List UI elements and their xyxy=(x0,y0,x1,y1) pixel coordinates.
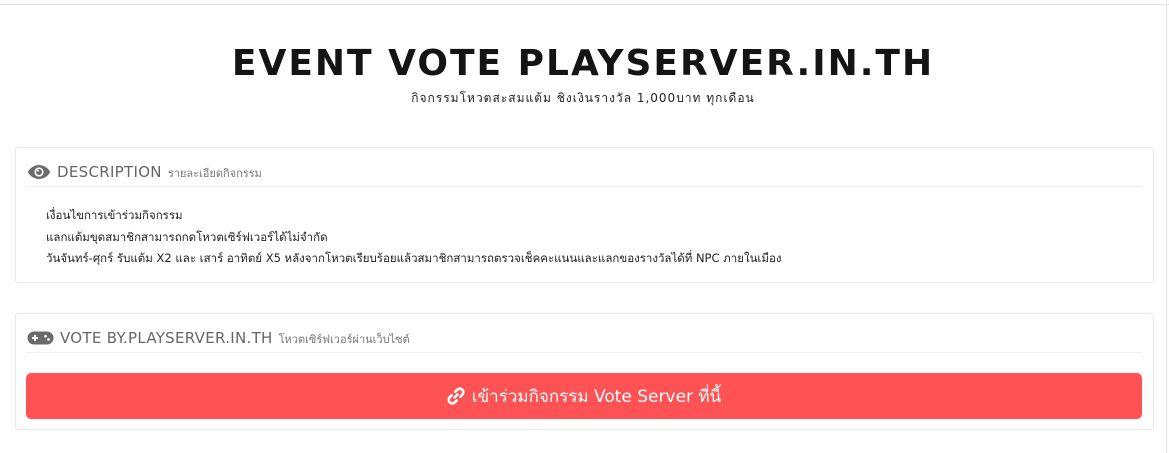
eye-icon xyxy=(27,164,51,180)
description-panel: DESCRIPTION รายละเอียดกิจกรรม เงื่อนไขกา… xyxy=(15,147,1154,283)
right-edge-divider xyxy=(1166,0,1167,453)
gamepad-icon xyxy=(27,330,54,346)
page-header: EVENT VOTE PLAYSERVER.IN.TH กิจกรรมโหวตส… xyxy=(0,42,1166,106)
description-body: เงื่อนไขการเข้าร่วมกิจกรรม แลกแต้มขุดสมา… xyxy=(46,205,781,270)
top-divider xyxy=(0,4,1169,5)
join-vote-button[interactable]: เข้าร่วมกิจกรรม Vote Server ที่นี้ xyxy=(26,373,1142,419)
description-panel-header: DESCRIPTION รายละเอียดกิจกรรม xyxy=(27,158,1142,187)
vote-panel: VOTE BY.PLAYSERVER.IN.TH โหวตเซิร์ฟเวอร์… xyxy=(15,313,1154,430)
join-vote-button-label: เข้าร่วมกิจกรรม Vote Server ที่นี้ xyxy=(471,386,722,407)
description-line: วันจันทร์-ศุกร์ รับแต้ม X2 และ เสาร์ อาท… xyxy=(46,251,782,265)
description-line: แลกแต้มขุดสมาชิกสามารถกดโหวตเซิร์ฟเวอร์ไ… xyxy=(46,229,328,244)
link-icon xyxy=(447,387,465,405)
page-subtitle: กิจกรรมโหวตสะสมแต้ม ชิงเงินรางวัล 1,000บ… xyxy=(411,91,755,105)
vote-title: VOTE BY.PLAYSERVER.IN.TH xyxy=(60,329,273,347)
description-line: เงื่อนไขการเข้าร่วมกิจกรรม xyxy=(46,208,183,222)
description-subtitle: รายละเอียดกิจกรรม xyxy=(167,167,262,180)
vote-panel-header: VOTE BY.PLAYSERVER.IN.TH โหวตเซิร์ฟเวอร์… xyxy=(27,324,1142,353)
vote-subtitle: โหวตเซิร์ฟเวอร์ผ่านเว็บไซต์ xyxy=(278,333,410,346)
description-title: DESCRIPTION xyxy=(57,163,162,181)
page-title: EVENT VOTE PLAYSERVER.IN.TH xyxy=(231,43,935,84)
